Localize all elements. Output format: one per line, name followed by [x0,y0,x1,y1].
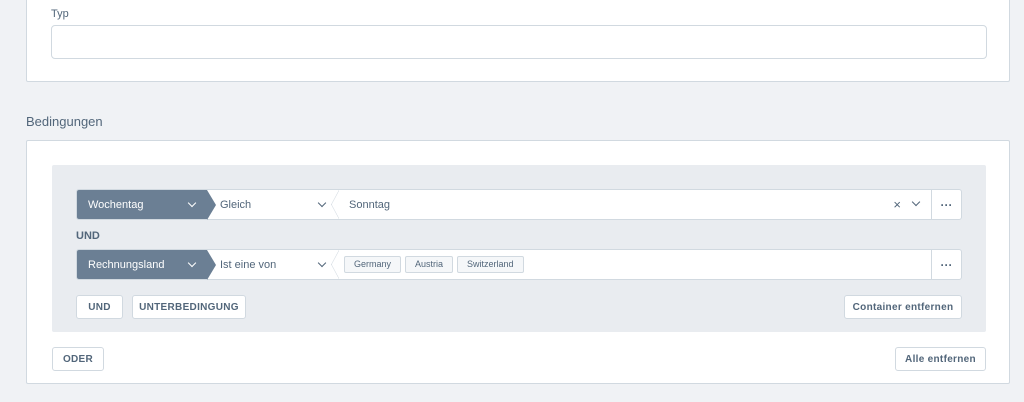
more-options-button[interactable]: ··· [931,250,961,279]
type-card: Typ [26,0,1010,82]
type-input[interactable] [51,25,987,59]
remove-container-button[interactable]: Container entfernen [844,295,962,319]
type-label: Typ [51,8,69,20]
value-select[interactable]: Sonntag × [335,190,931,219]
add-and-button[interactable]: UND [76,295,123,319]
condition-row: Rechnungsland Ist eine von Germany Austr… [76,249,962,280]
operator-select-label: Gleich [220,198,252,211]
value-tag[interactable]: Switzerland [457,256,524,273]
chevron-down-icon [317,198,327,208]
chevron-down-icon [317,258,327,268]
operator-select[interactable]: Ist eine von [207,250,339,279]
add-or-button[interactable]: ODER [52,347,104,371]
more-options-button[interactable]: ··· [931,190,961,219]
value-multi-select[interactable]: Germany Austria Switzerland [335,250,931,279]
conditions-card: Wochentag Gleich Sonntag × ··· UND Rechn… [26,140,1010,384]
field-select[interactable]: Rechnungsland [77,250,216,280]
operator-select[interactable]: Gleich [207,190,339,219]
field-select-label: Rechnungsland [88,258,165,271]
field-select-label: Wochentag [88,198,144,211]
condition-row: Wochentag Gleich Sonntag × ··· [76,189,962,220]
field-select[interactable]: Wochentag [77,190,216,220]
and-connector-label: UND [76,230,100,242]
conditions-section-title: Bedingungen [26,114,103,129]
condition-container: Wochentag Gleich Sonntag × ··· UND Rechn… [52,165,986,332]
value-select-label: Sonntag [349,198,390,211]
value-tag[interactable]: Austria [405,256,454,273]
value-tag[interactable]: Germany [344,256,402,273]
clear-icon[interactable]: × [893,197,901,212]
operator-select-label: Ist eine von [220,258,277,271]
chevron-down-icon [187,198,197,208]
remove-all-button[interactable]: Alle entfernen [895,347,986,371]
add-subcondition-button[interactable]: UNTERBEDINGUNG [132,295,246,319]
chevron-down-icon [187,258,197,268]
chevron-down-icon[interactable] [911,197,921,207]
